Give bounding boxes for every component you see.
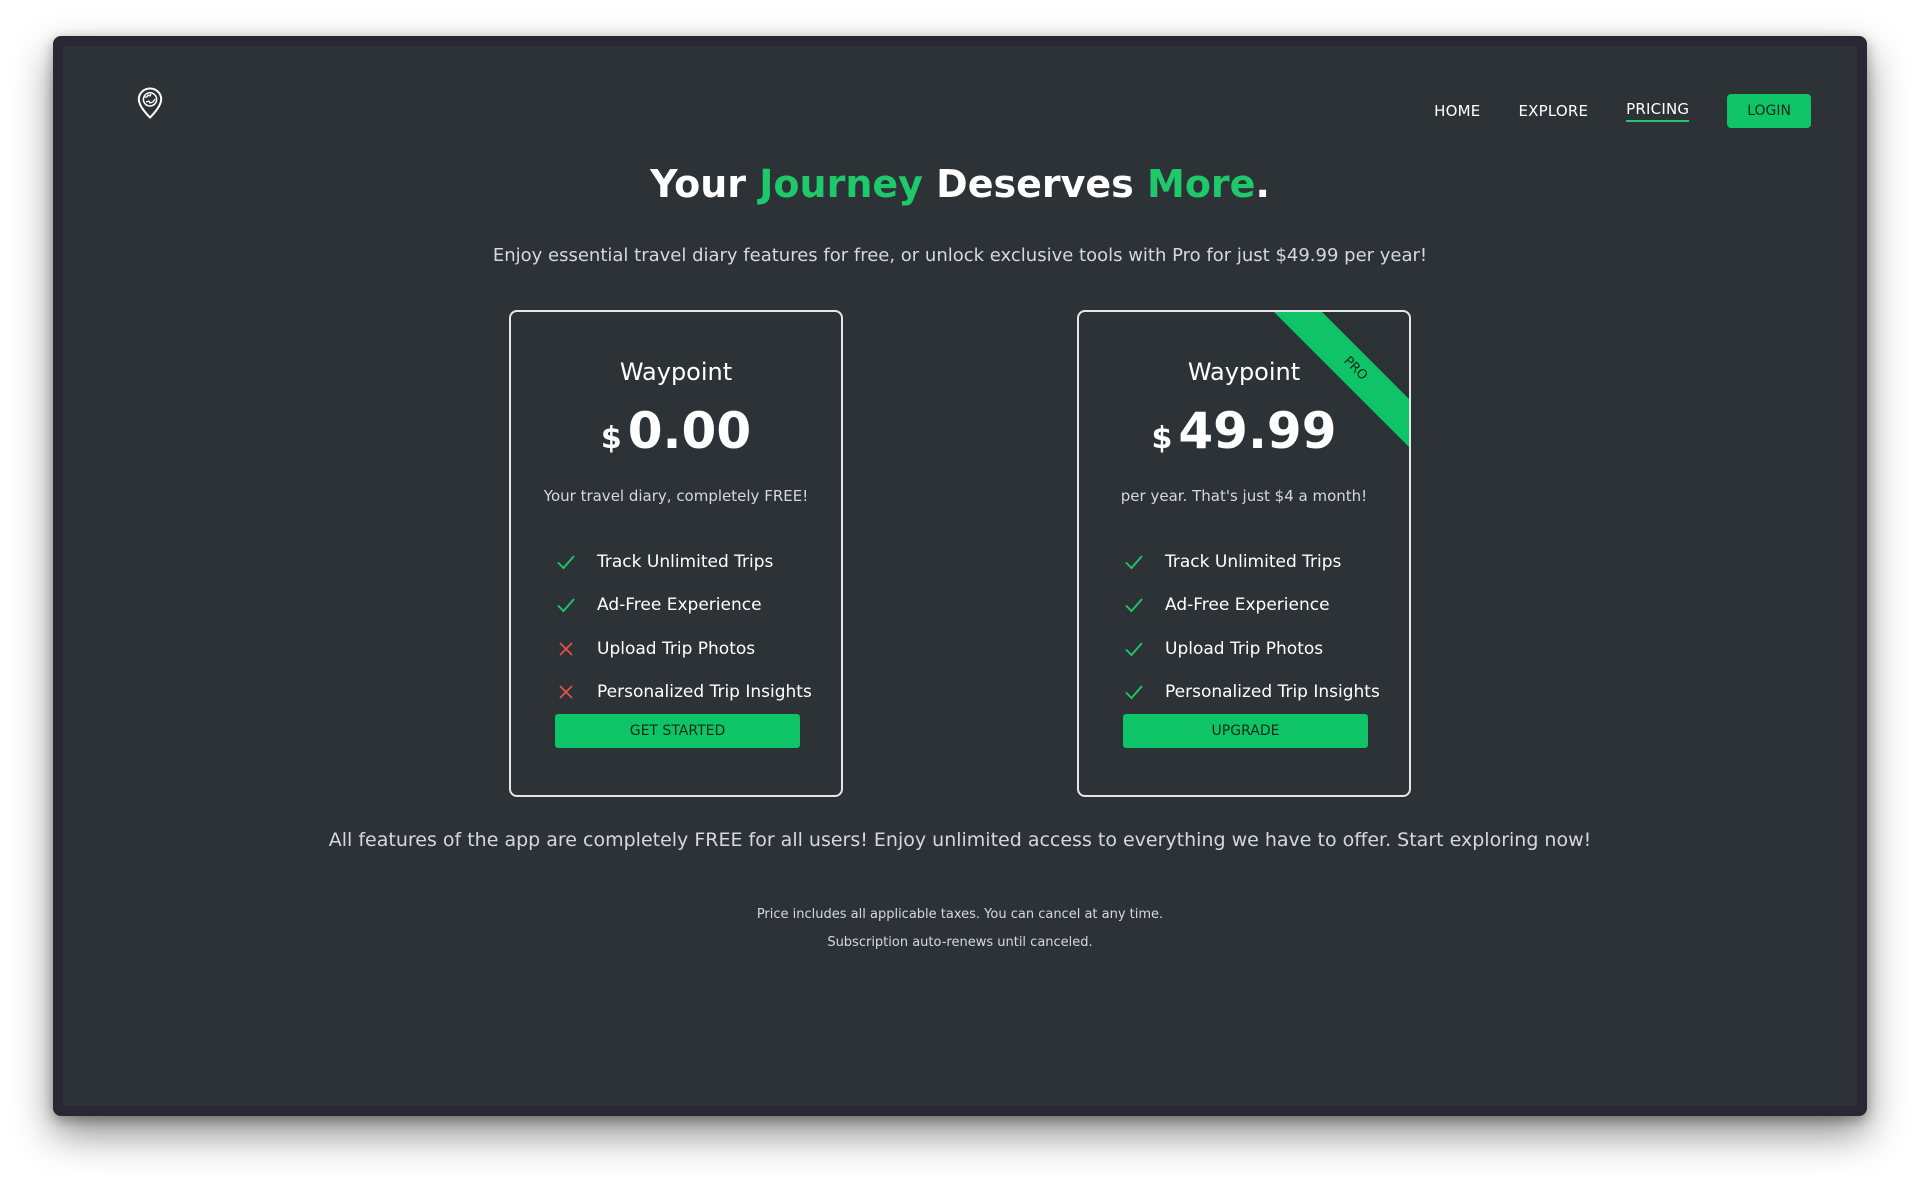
get-started-button[interactable]: GET STARTED bbox=[555, 714, 800, 748]
feature-label: Personalized Trip Insights bbox=[1165, 682, 1380, 703]
feature-label: Track Unlimited Trips bbox=[597, 551, 774, 572]
check-icon bbox=[1125, 642, 1143, 657]
feature-item: Ad-Free Experience bbox=[555, 584, 812, 628]
pro-plan-card: PRO Waypoint $49.99 per year. That's jus… bbox=[1077, 310, 1411, 797]
plan-name: Waypoint bbox=[1187, 358, 1301, 386]
feature-list: Track Unlimited Trips Ad-Free Experience… bbox=[555, 540, 812, 714]
feature-item: Upload Trip Photos bbox=[1123, 627, 1380, 671]
feature-label: Personalized Trip Insights bbox=[597, 682, 812, 703]
price-amount: 49.99 bbox=[1178, 402, 1337, 460]
app-window: HOME EXPLORE PRICING LOGIN Your Journey … bbox=[53, 36, 1867, 1116]
free-features-note: All features of the app are completely F… bbox=[328, 829, 1592, 851]
plan-name: Waypoint bbox=[619, 358, 733, 386]
plan-description: per year. That's just $4 a month! bbox=[1120, 487, 1368, 505]
price-currency: $ bbox=[600, 421, 622, 456]
feature-item: Upload Trip Photos bbox=[555, 627, 812, 671]
feature-label: Track Unlimited Trips bbox=[1165, 551, 1342, 572]
check-icon bbox=[557, 598, 575, 613]
nav-explore-link[interactable]: EXPLORE bbox=[1518, 102, 1588, 120]
free-plan-card: Waypoint $0.00 Your travel diary, comple… bbox=[509, 310, 843, 797]
feature-item: Track Unlimited Trips bbox=[1123, 540, 1380, 584]
check-icon bbox=[557, 555, 575, 570]
feature-label: Upload Trip Photos bbox=[597, 638, 756, 659]
check-icon bbox=[1125, 555, 1143, 570]
feature-label: Upload Trip Photos bbox=[1165, 638, 1324, 659]
page-title: Your Journey Deserves More. bbox=[63, 162, 1857, 206]
price-amount: 0.00 bbox=[627, 402, 752, 460]
plan-description: Your travel diary, completely FREE! bbox=[543, 487, 809, 505]
feature-item: Track Unlimited Trips bbox=[555, 540, 812, 584]
feature-item: Personalized Trip Insights bbox=[555, 671, 812, 715]
nav-pricing-link[interactable]: PRICING bbox=[1626, 100, 1690, 122]
plan-price: $0.00 bbox=[511, 402, 841, 460]
title-part-1: Your bbox=[650, 162, 760, 206]
feature-label: Ad-Free Experience bbox=[1165, 595, 1330, 616]
feature-label: Ad-Free Experience bbox=[597, 595, 762, 616]
feature-item: Personalized Trip Insights bbox=[1123, 671, 1380, 715]
price-currency: $ bbox=[1151, 421, 1173, 456]
title-accent-more: More bbox=[1147, 162, 1256, 206]
renewal-fine-print: Subscription auto-renews until canceled. bbox=[827, 935, 1093, 950]
feature-item: Ad-Free Experience bbox=[1123, 584, 1380, 628]
feature-list: Track Unlimited Trips Ad-Free Experience… bbox=[1123, 540, 1380, 714]
login-button[interactable]: LOGIN bbox=[1727, 94, 1811, 128]
upgrade-button[interactable]: UPGRADE bbox=[1123, 714, 1368, 748]
check-icon bbox=[1125, 685, 1143, 700]
top-nav: HOME EXPLORE PRICING LOGIN bbox=[1396, 94, 1811, 128]
title-accent-journey: Journey bbox=[759, 162, 923, 206]
map-pin-globe-logo-icon[interactable] bbox=[137, 87, 163, 119]
x-icon bbox=[559, 685, 573, 699]
plan-price: $49.99 bbox=[1079, 402, 1409, 460]
title-part-2: Deserves bbox=[922, 162, 1147, 206]
page-subtitle: Enjoy essential travel diary features fo… bbox=[492, 245, 1428, 266]
tax-fine-print: Price includes all applicable taxes. You… bbox=[756, 907, 1164, 922]
check-icon bbox=[1125, 598, 1143, 613]
x-icon bbox=[559, 642, 573, 656]
nav-home-link[interactable]: HOME bbox=[1434, 102, 1480, 120]
title-part-3: . bbox=[1255, 162, 1270, 206]
